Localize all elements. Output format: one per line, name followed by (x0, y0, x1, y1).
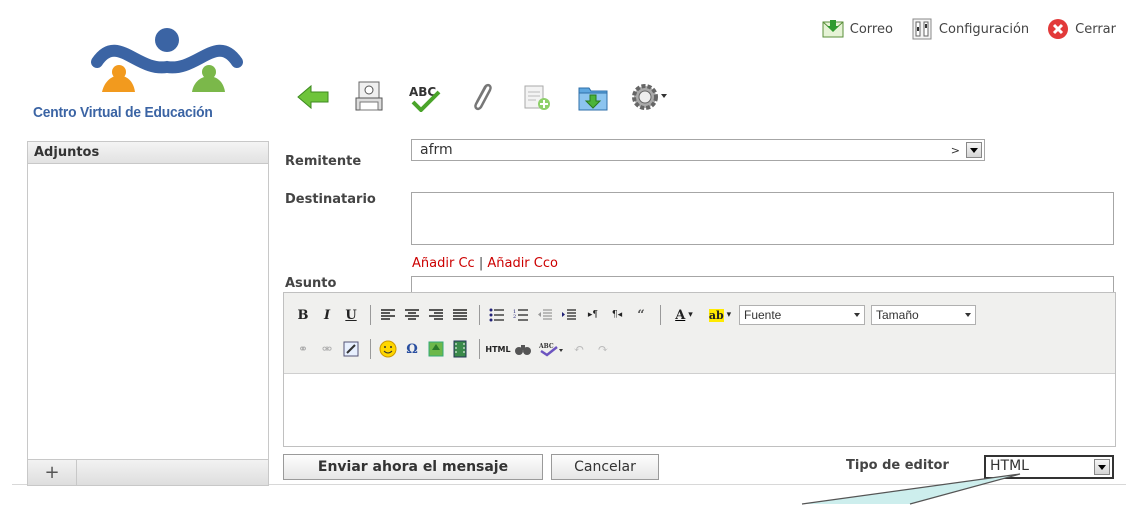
outdent-icon[interactable] (534, 304, 556, 326)
add-cc-link[interactable]: Añadir Cc (412, 256, 475, 271)
printer-icon (354, 80, 384, 118)
spellcheck-icon[interactable]: ABC (536, 338, 566, 360)
subject-label: Asunto (285, 276, 337, 291)
editor-toolbar-row-1: B I U 12 ▸¶ ¶◂ “ A ▾ ab ▾ Fuente Tamaño (292, 301, 982, 329)
top-links: Correo Configuración Cerrar (808, 18, 1116, 40)
align-center-icon[interactable] (401, 304, 423, 326)
undo-icon[interactable]: ↶ (568, 338, 590, 360)
font-select-value: Fuente (744, 308, 782, 322)
separator (479, 305, 480, 325)
chevron-down-icon (965, 313, 971, 317)
save-button[interactable] (574, 80, 612, 118)
bullet-list-icon[interactable] (486, 304, 508, 326)
svg-text:ABC: ABC (539, 343, 554, 350)
editor-toolbar: B I U 12 ▸¶ ¶◂ “ A ▾ ab ▾ Fuente Tamaño ⚭ … (284, 293, 1115, 374)
ltr-icon[interactable]: ▸¶ (582, 304, 604, 326)
signature-button[interactable] (518, 80, 556, 118)
highlight-color-icon[interactable]: ab ▾ (703, 304, 737, 326)
back-button[interactable] (294, 80, 332, 118)
sender-select[interactable]: afrm > (411, 139, 985, 161)
size-select-value: Tamaño (876, 308, 919, 322)
link-separator: | (478, 256, 484, 271)
chevron-down-icon[interactable] (1094, 459, 1110, 475)
close-link-label: Cerrar (1075, 21, 1116, 37)
text-color-icon[interactable]: A ▾ (667, 304, 701, 326)
size-select[interactable]: Tamaño (871, 305, 976, 325)
options-button[interactable] (630, 80, 668, 118)
editor-toolbar-row-2: ⚭ ⚮ Ω HTML ABC ↶ ↷ (292, 335, 616, 363)
settings-link[interactable]: Configuración (911, 18, 1029, 40)
emoticon-icon[interactable] (377, 338, 399, 360)
close-icon (1047, 18, 1069, 40)
image-icon[interactable] (425, 338, 447, 360)
close-link[interactable]: Cerrar (1047, 18, 1116, 40)
chevron-down-icon (854, 313, 860, 317)
spellcheck-icon: ABC (407, 82, 443, 116)
separator (370, 305, 371, 325)
cancel-button[interactable]: Cancelar (551, 454, 659, 480)
signature-icon (522, 82, 552, 116)
rich-text-editor: B I U 12 ▸¶ ¶◂ “ A ▾ ab ▾ Fuente Tamaño ⚭ … (283, 292, 1116, 447)
gear-icon (629, 80, 669, 118)
svg-text:2: 2 (513, 314, 516, 320)
edit-icon[interactable] (340, 338, 362, 360)
underline-icon[interactable]: U (340, 304, 362, 326)
redo-icon[interactable]: ↷ (592, 338, 614, 360)
link-icon[interactable]: ⚭ (292, 338, 314, 360)
compose-toolbar: ABC (294, 80, 668, 118)
font-select[interactable]: Fuente (739, 305, 865, 325)
recipient-field[interactable] (411, 192, 1114, 245)
add-bcc-link[interactable]: Añadir Cco (487, 256, 558, 271)
find-icon[interactable] (512, 338, 534, 360)
align-left-icon[interactable] (377, 304, 399, 326)
back-arrow-icon (296, 84, 330, 114)
separator (479, 339, 480, 359)
sender-suffix: > (950, 144, 960, 157)
align-justify-icon[interactable] (449, 304, 471, 326)
attachments-title: Adjuntos (28, 142, 268, 164)
editor-body[interactable] (284, 374, 1115, 446)
attach-button[interactable] (462, 80, 500, 118)
blockquote-icon[interactable]: “ (630, 304, 652, 326)
send-button[interactable]: Enviar ahora el mensaje (283, 454, 543, 480)
cc-links: Añadir Cc | Añadir Cco (412, 256, 558, 271)
paperclip-icon (468, 80, 494, 118)
recipient-label: Destinatario (285, 192, 376, 207)
callout-pointer (801, 473, 1021, 505)
separator (660, 305, 661, 325)
logo-text: Centro Virtual de Educación (33, 104, 213, 121)
mail-link-label: Correo (849, 21, 893, 37)
subject-field[interactable] (411, 276, 1114, 292)
attachments-panel: Adjuntos + (27, 141, 269, 486)
unlink-icon[interactable]: ⚮ (316, 338, 338, 360)
save-folder-icon (577, 82, 609, 116)
rtl-icon[interactable]: ¶◂ (606, 304, 628, 326)
sender-value: afrm (420, 142, 453, 158)
bold-icon[interactable]: B (292, 304, 314, 326)
attachments-footer: + (28, 459, 268, 485)
numbered-list-icon[interactable]: 12 (510, 304, 532, 326)
html-source-icon[interactable]: HTML (485, 338, 510, 360)
italic-icon[interactable]: I (316, 304, 338, 326)
sender-label: Remitente (285, 154, 362, 169)
mail-link[interactable]: Correo (822, 18, 893, 40)
chevron-down-icon[interactable] (966, 142, 982, 158)
settings-icon (911, 18, 933, 40)
settings-link-label: Configuración (938, 21, 1030, 37)
separator (370, 339, 371, 359)
spellcheck-button[interactable]: ABC (406, 80, 444, 118)
media-icon[interactable] (449, 338, 471, 360)
special-char-icon[interactable]: Ω (401, 338, 423, 360)
add-attachment-button[interactable]: + (28, 460, 77, 485)
align-right-icon[interactable] (425, 304, 447, 326)
indent-icon[interactable] (558, 304, 580, 326)
print-button[interactable] (350, 80, 388, 118)
mail-icon (822, 18, 844, 40)
